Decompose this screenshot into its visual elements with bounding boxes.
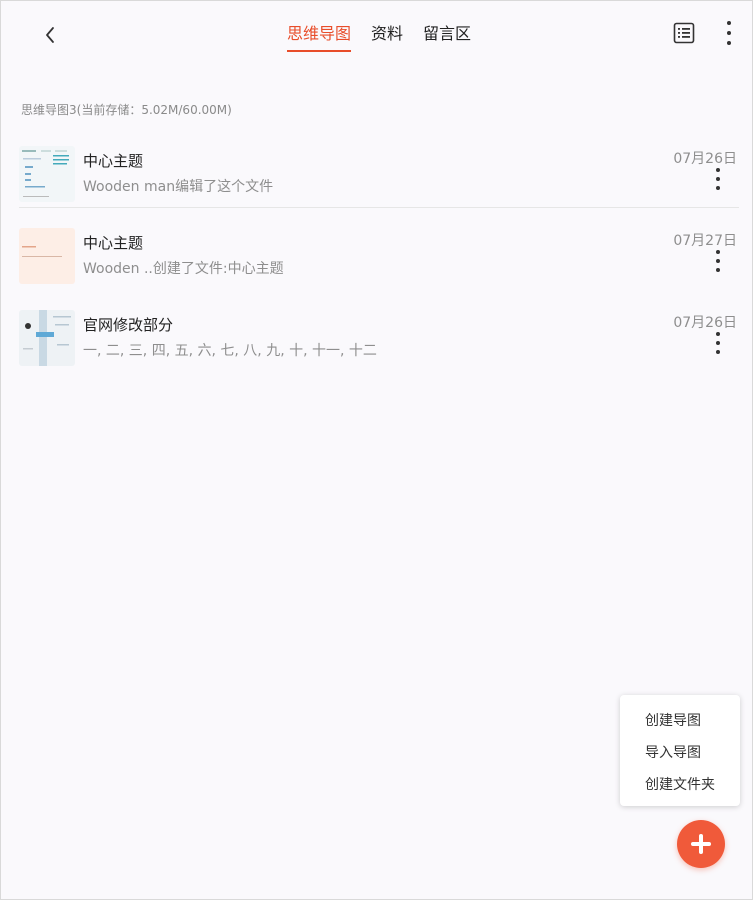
file-more-button[interactable] <box>711 332 725 358</box>
file-title: 中心主题 <box>83 234 144 252</box>
file-description: Wooden ..创建了文件:中心主题 <box>83 261 284 277</box>
storage-info: 思维导图3(当前存储：5.02M/60.00M) <box>21 103 232 117</box>
more-options-button[interactable] <box>717 21 741 47</box>
app-window: 思维导图 资料 留言区 思维导图3(当前存储：5.02M/60.00M) 中心主… <box>0 0 753 900</box>
file-item[interactable]: 中心主题 Wooden ..创建了文件:中心主题 07月27日 <box>19 228 739 286</box>
add-button[interactable] <box>677 820 725 868</box>
file-date: 07月26日 <box>673 315 737 331</box>
file-item[interactable]: 中心主题 Wooden man编辑了这个文件 07月26日 <box>19 146 739 204</box>
top-bar: 思维导图 资料 留言区 <box>1 1 752 65</box>
file-more-button[interactable] <box>711 168 725 194</box>
menu-item-create-mindmap[interactable]: 创建导图 <box>620 705 740 737</box>
tab-bar: 思维导图 资料 留言区 <box>287 23 491 52</box>
tab-mindmap[interactable]: 思维导图 <box>287 23 352 52</box>
menu-item-import-mindmap[interactable]: 导入导图 <box>620 737 740 769</box>
tab-comments[interactable]: 留言区 <box>423 23 471 51</box>
file-item[interactable]: 官网修改部分 一, 二, 三, 四, 五, 六, 七, 八, 九, 十, 十一,… <box>19 310 739 368</box>
divider <box>19 207 739 208</box>
menu-item-create-folder[interactable]: 创建文件夹 <box>620 769 740 801</box>
file-thumbnail <box>19 310 75 366</box>
file-thumbnail <box>19 228 75 284</box>
list-view-button[interactable] <box>672 21 696 45</box>
file-description: Wooden man编辑了这个文件 <box>83 179 274 195</box>
more-vertical-icon <box>711 250 725 272</box>
file-more-button[interactable] <box>711 250 725 276</box>
back-button[interactable] <box>37 21 65 49</box>
file-description: 一, 二, 三, 四, 五, 六, 七, 八, 九, 十, 十一, 十二 <box>83 343 377 359</box>
more-vertical-icon <box>711 332 725 354</box>
more-vertical-icon <box>711 168 725 190</box>
file-title: 官网修改部分 <box>83 316 174 334</box>
chevron-left-icon <box>46 27 54 43</box>
file-thumbnail <box>19 146 75 202</box>
create-menu: 创建导图 导入导图 创建文件夹 <box>620 695 740 806</box>
more-vertical-icon <box>717 21 741 45</box>
list-view-icon <box>673 22 695 44</box>
file-date: 07月27日 <box>673 233 737 249</box>
tab-materials[interactable]: 资料 <box>371 23 403 51</box>
file-date: 07月26日 <box>673 151 737 167</box>
file-title: 中心主题 <box>83 152 144 170</box>
